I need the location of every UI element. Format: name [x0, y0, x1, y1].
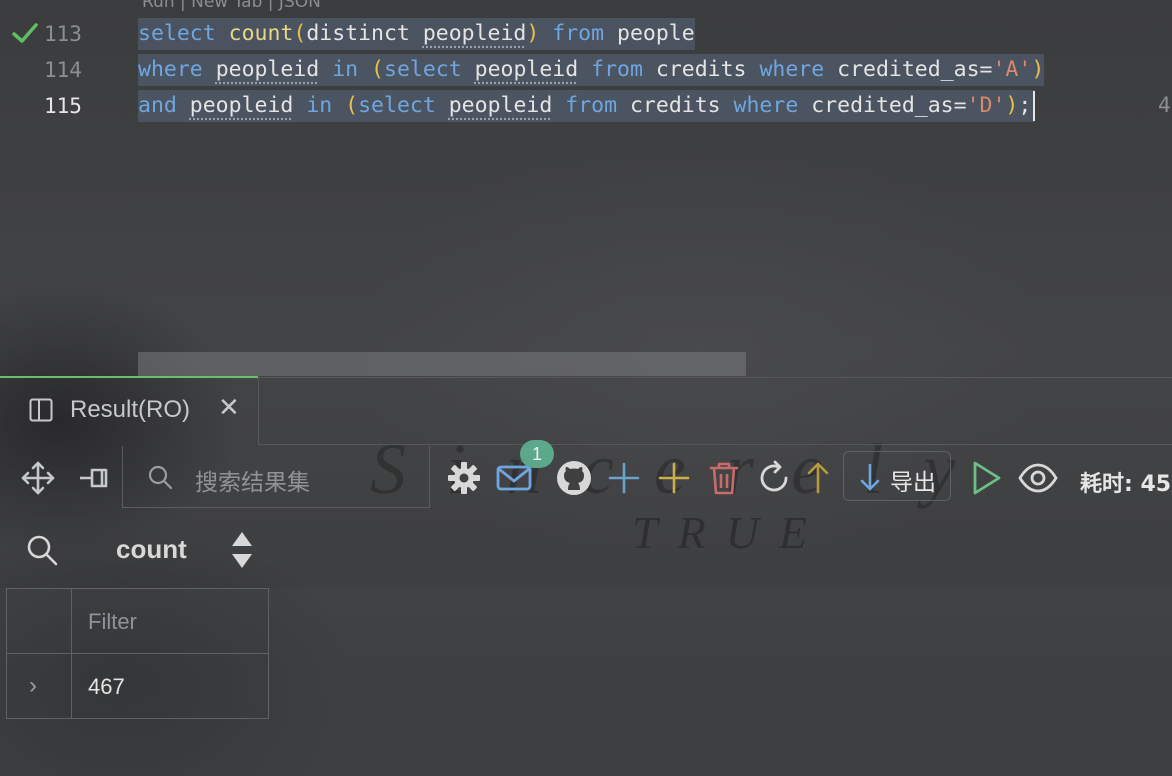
- move-icon[interactable]: [20, 460, 56, 496]
- search-icon: [148, 465, 173, 490]
- filter-placeholder: Filter: [88, 609, 137, 634]
- horizontal-scrollbar[interactable]: [138, 352, 746, 376]
- text-cursor: [1033, 91, 1036, 121]
- result-toolbar: 搜索结果集 1 导出 耗时: 45: [0, 440, 1172, 510]
- add-icon[interactable]: [656, 460, 692, 496]
- code-text[interactable]: and peopleid in (select peopleid from cr…: [138, 90, 1036, 122]
- run-icon[interactable]: [968, 460, 1004, 496]
- tab-result[interactable]: Result(RO) ✕: [0, 378, 259, 444]
- result-table: Filter › 467: [6, 588, 269, 719]
- split-view-icon: [29, 398, 53, 422]
- codelens-actions[interactable]: Run | New Tab | JSON: [142, 0, 321, 12]
- search-icon[interactable]: [26, 534, 58, 566]
- code-text[interactable]: where peopleid in (select peopleid from …: [138, 54, 1045, 86]
- sql-editor[interactable]: Run | New Tab | JSON 113 select count(di…: [0, 0, 1172, 378]
- pin-icon[interactable]: [78, 460, 114, 496]
- line-number: 114: [44, 58, 82, 82]
- inlay-hint: 4: [1158, 93, 1171, 117]
- arrow-up-icon[interactable]: [800, 460, 836, 496]
- sort-icon[interactable]: [228, 530, 256, 570]
- line-number: 113: [44, 22, 82, 46]
- tab-bar-border: [258, 444, 1172, 445]
- arrow-down-icon: [860, 463, 880, 491]
- filter-row: Filter: [6, 588, 269, 654]
- row-expander[interactable]: ›: [6, 653, 72, 719]
- search-placeholder: 搜索结果集: [195, 470, 310, 496]
- code-text[interactable]: select count(distinct peopleid) from peo…: [138, 18, 695, 50]
- code-line: 115 and peopleid in (select peopleid fro…: [0, 88, 1172, 124]
- chevron-right-icon[interactable]: ›: [29, 672, 37, 700]
- trash-icon[interactable]: [706, 460, 742, 496]
- line-number: 115: [44, 94, 82, 118]
- code-line: 113 select count(distinct peopleid) from…: [0, 16, 1172, 52]
- elapsed-time: 耗时: 45: [1080, 472, 1172, 497]
- eye-icon[interactable]: [1018, 460, 1058, 496]
- export-label: 导出: [890, 470, 936, 496]
- github-icon[interactable]: [556, 460, 592, 496]
- column-header: count: [0, 520, 1172, 582]
- code-line: 114 where peopleid in (select peopleid f…: [0, 52, 1172, 88]
- table-cell[interactable]: 467: [71, 653, 269, 719]
- row-header-cell: [6, 588, 72, 654]
- add-row-icon[interactable]: [606, 460, 642, 496]
- refresh-icon[interactable]: [756, 460, 792, 496]
- table-row[interactable]: › 467: [6, 653, 269, 719]
- export-button[interactable]: 导出: [843, 451, 951, 501]
- filter-input[interactable]: Filter: [71, 588, 269, 654]
- cell-value: 467: [88, 674, 125, 699]
- gear-icon[interactable]: [446, 460, 482, 496]
- close-icon[interactable]: ✕: [218, 392, 240, 423]
- result-search-input[interactable]: 搜索结果集: [122, 446, 430, 508]
- notification-badge: 1: [520, 440, 554, 468]
- tab-label: Result(RO): [70, 396, 191, 423]
- column-name[interactable]: count: [116, 534, 187, 565]
- success-check-icon: [12, 23, 38, 43]
